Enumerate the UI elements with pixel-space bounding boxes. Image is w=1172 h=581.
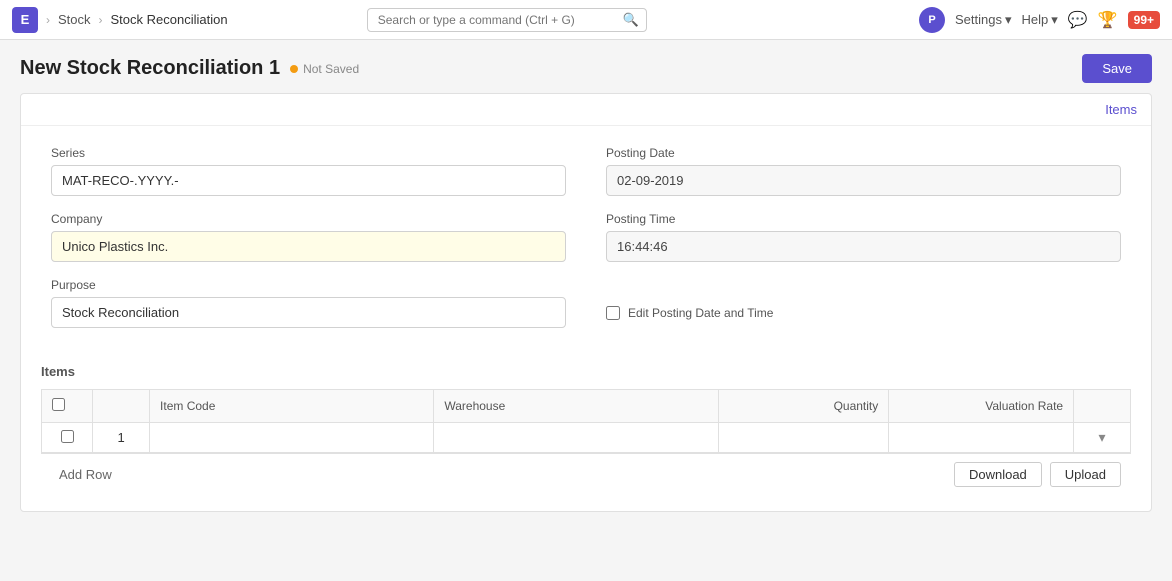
form-row-1: Series Posting Date — [51, 146, 1121, 196]
items-section: Items Item Code Warehouse Quantity Valua… — [21, 354, 1151, 511]
search-input[interactable] — [367, 8, 647, 32]
search-icon: 🔍 — [623, 12, 639, 28]
main-content: Items Series Posting Date Company — [0, 93, 1172, 542]
trophy-icon[interactable]: 🏆 — [1098, 10, 1118, 30]
search-bar: 🔍 — [367, 8, 647, 32]
form-section: Series Posting Date Company Posting Time — [21, 126, 1151, 354]
topnav: E › Stock › Stock Reconciliation 🔍 P Set… — [0, 0, 1172, 40]
row-actions-cell: ▾ — [1074, 423, 1131, 453]
purpose-input[interactable] — [51, 297, 566, 328]
form-row-3: Purpose Edit Posting Date and Time — [51, 278, 1121, 328]
posting-date-label: Posting Date — [606, 146, 1121, 160]
posting-time-group: Posting Time — [606, 212, 1121, 262]
posting-date-input[interactable] — [606, 165, 1121, 196]
th-num — [93, 390, 150, 423]
main-card: Items Series Posting Date Company — [20, 93, 1152, 512]
status-dot-icon — [290, 65, 298, 73]
row-number: 1 — [117, 430, 124, 445]
form-row-2: Company Posting Time — [51, 212, 1121, 262]
company-input[interactable] — [51, 231, 566, 262]
row-item-code-cell[interactable] — [150, 423, 434, 453]
help-button[interactable]: Help ▾ — [1022, 12, 1058, 28]
table-row: 1 ▾ — [42, 423, 1131, 453]
row-check-cell — [42, 423, 93, 453]
download-button[interactable]: Download — [954, 462, 1042, 487]
add-row-button[interactable]: Add Row — [51, 463, 120, 486]
status-badge: Not Saved — [290, 62, 359, 76]
breadcrumb-sep-2: › — [99, 13, 103, 27]
purpose-group: Purpose — [51, 278, 566, 328]
edit-posting-checkbox[interactable] — [606, 306, 620, 320]
chat-icon[interactable]: 💬 — [1068, 10, 1088, 30]
purpose-label: Purpose — [51, 278, 566, 292]
page-header: New Stock Reconciliation 1 Not Saved Sav… — [0, 40, 1172, 93]
row-warehouse-cell[interactable] — [434, 423, 718, 453]
select-all-checkbox[interactable] — [52, 398, 65, 411]
th-check — [42, 390, 93, 423]
table-actions: Download Upload — [954, 462, 1121, 487]
help-chevron-icon: ▾ — [1051, 12, 1058, 28]
row-num-cell: 1 — [93, 423, 150, 453]
th-item-code: Item Code — [150, 390, 434, 423]
series-label: Series — [51, 146, 566, 160]
page-title-wrap: New Stock Reconciliation 1 Not Saved — [20, 57, 359, 80]
upload-button[interactable]: Upload — [1050, 462, 1121, 487]
page-title: New Stock Reconciliation 1 — [20, 57, 280, 80]
posting-time-input[interactable] — [606, 231, 1121, 262]
edit-posting-row: Edit Posting Date and Time — [606, 306, 1121, 320]
series-group: Series — [51, 146, 566, 196]
row-expand-button[interactable]: ▾ — [1099, 429, 1106, 446]
posting-time-label: Posting Time — [606, 212, 1121, 226]
row-quantity-cell[interactable] — [718, 423, 889, 453]
th-warehouse: Warehouse — [434, 390, 718, 423]
items-table: Item Code Warehouse Quantity Valuation R… — [41, 389, 1131, 453]
card-toolbar: Items — [21, 94, 1151, 126]
items-section-label: Items — [41, 364, 1131, 379]
settings-button[interactable]: Settings ▾ — [955, 12, 1012, 28]
nav-right: P Settings ▾ Help ▾ 💬 🏆 99+ — [919, 7, 1160, 33]
edit-posting-group: Edit Posting Date and Time — [606, 278, 1121, 328]
th-quantity: Quantity — [718, 390, 889, 423]
settings-chevron-icon: ▾ — [1005, 12, 1012, 28]
breadcrumb-stock[interactable]: Stock — [58, 12, 91, 27]
table-footer: Add Row Download Upload — [41, 453, 1131, 495]
breadcrumb-current: Stock Reconciliation — [111, 12, 228, 27]
posting-date-group: Posting Date — [606, 146, 1121, 196]
app-icon: E — [12, 7, 38, 33]
series-input[interactable] — [51, 165, 566, 196]
breadcrumb-sep-1: › — [46, 13, 50, 27]
th-actions — [1074, 390, 1131, 423]
user-avatar[interactable]: P — [919, 7, 945, 33]
company-label: Company — [51, 212, 566, 226]
save-button[interactable]: Save — [1082, 54, 1152, 83]
company-group: Company — [51, 212, 566, 262]
edit-posting-label: Edit Posting Date and Time — [628, 306, 773, 320]
notification-badge[interactable]: 99+ — [1128, 11, 1160, 29]
row-valuation-rate-cell[interactable] — [889, 423, 1074, 453]
th-valuation-rate: Valuation Rate — [889, 390, 1074, 423]
row-checkbox[interactable] — [61, 430, 74, 443]
status-text: Not Saved — [303, 62, 359, 76]
table-header-row: Item Code Warehouse Quantity Valuation R… — [42, 390, 1131, 423]
items-toolbar-link[interactable]: Items — [1105, 102, 1137, 117]
